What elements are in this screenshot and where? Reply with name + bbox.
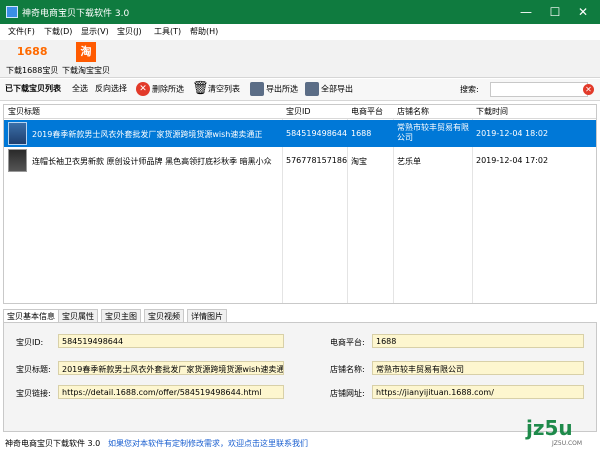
close-button[interactable]: ✕ — [568, 0, 598, 24]
item-table: 宝贝标题 宝贝ID 电商平台 店铺名称 下载时间 2019春季新款男士风衣外套批… — [3, 104, 597, 304]
tab-video[interactable]: 宝贝视频 — [144, 309, 184, 323]
header-shop[interactable]: 店铺名称 — [397, 106, 429, 117]
menu-file[interactable]: 文件(F) — [8, 26, 35, 37]
app-icon — [6, 6, 18, 18]
export-selected-label: 导出所选 — [266, 84, 298, 94]
row-title: 2019春季新款男士风衣外套批发厂家货源跨境货源wish速卖通正 — [32, 130, 263, 139]
menu-download[interactable]: 下载(D) — [44, 26, 72, 37]
platform-field[interactable]: 1688 — [372, 334, 584, 348]
menu-item[interactable]: 宝贝(J) — [117, 26, 142, 37]
row-shop: 常熟市较丰贸易有限公司 — [397, 123, 469, 142]
export-all-button[interactable]: 全部导出 — [305, 82, 353, 96]
download-1688-label: 下载1688宝贝 — [6, 66, 59, 75]
watermark-brand: jz5u — [526, 416, 573, 440]
contact-link[interactable]: 如果您对本软件有定制修改需求，欢迎点击这里联系我们 — [108, 438, 308, 449]
status-app-name: 神奇电商宝贝下载软件 3.0 — [5, 439, 101, 448]
watermark-logo: jz5u JZ5U.COM — [512, 412, 598, 450]
menu-bar: 文件(F) 下载(D) 显示(V) 宝贝(J) 工具(T) 帮助(H) — [0, 24, 600, 40]
id-field[interactable]: 584519498644 — [58, 334, 284, 348]
watermark-site: JZ5U.COM — [552, 440, 583, 447]
shop-label: 店铺名称: — [330, 365, 365, 374]
toolbar: 已下载宝贝列表 全选 反向选择 ✕ 删除所选 🗑清空列表 导出所选 全部导出 搜索… — [0, 79, 600, 101]
id-label: 宝贝ID: — [16, 338, 44, 347]
download-taobao-label: 下载淘宝宝贝 — [62, 66, 110, 75]
shop-field[interactable]: 常熟市较丰贸易有限公司 — [372, 361, 584, 375]
link-field[interactable]: https://detail.1688.com/offer/5845194986… — [58, 385, 284, 399]
save-icon — [250, 82, 264, 96]
tab-main-images[interactable]: 宝贝主图 — [101, 309, 141, 323]
menu-view[interactable]: 显示(V) — [81, 26, 109, 37]
delete-selected-button[interactable]: ✕ 删除所选 — [136, 82, 184, 96]
product-thumbnail — [8, 149, 27, 172]
shop-url-field[interactable]: https://jianyijituan.1688.com/ — [372, 385, 584, 399]
window-title: 神奇电商宝贝下载软件 3.0 — [22, 9, 130, 19]
download-taobao-button[interactable]: 淘 下载淘宝宝贝 — [62, 42, 110, 76]
title-label: 宝贝标题: — [16, 365, 51, 374]
search-clear-icon[interactable]: ✕ — [583, 84, 594, 95]
save-all-icon — [305, 82, 319, 96]
logo-1688-icon: 1688 — [16, 45, 48, 58]
clear-list-label: 清空列表 — [208, 84, 240, 94]
header-platform[interactable]: 电商平台 — [351, 106, 383, 117]
delete-selected-label: 删除所选 — [152, 84, 184, 94]
row-shop: 艺乐单 — [397, 157, 421, 166]
row-title: 连帽长袖卫衣男新款 原创设计师品牌 黑色高领打底衫秋季 暗黑小众 — [32, 157, 272, 166]
export-selected-button[interactable]: 导出所选 — [250, 82, 298, 96]
taobao-icon: 淘 — [76, 42, 96, 62]
row-time: 2019-12-04 18:02 — [476, 129, 549, 138]
table-row[interactable]: 连帽长袖卫衣男新款 原创设计师品牌 黑色高领打底衫秋季 暗黑小众 5767781… — [4, 147, 596, 174]
source-bar: 1688 下载1688宝贝 淘 下载淘宝宝贝 — [0, 40, 600, 78]
row-id: 576778157186 — [286, 156, 348, 165]
header-id[interactable]: 宝贝ID — [286, 106, 311, 117]
tab-basic-info[interactable]: 宝贝基本信息 — [3, 309, 59, 323]
delete-icon: ✕ — [136, 82, 150, 96]
menu-tools[interactable]: 工具(T) — [154, 26, 181, 37]
row-platform: 淘宝 — [351, 157, 367, 166]
minimize-button[interactable]: — — [511, 0, 541, 24]
title-field[interactable]: 2019春季新款男士风衣外套批发厂家货源跨境货源wish速卖通正 — [58, 361, 284, 375]
header-title[interactable]: 宝贝标题 — [8, 106, 40, 117]
search-input[interactable] — [490, 82, 588, 97]
menu-help[interactable]: 帮助(H) — [190, 26, 218, 37]
tab-attributes[interactable]: 宝贝属性 — [58, 309, 98, 323]
row-id: 584519498644 — [286, 129, 348, 138]
download-1688-button[interactable]: 1688 下载1688宝贝 — [6, 42, 58, 76]
detail-tabs: 宝贝基本信息 宝贝属性 宝贝主图 宝贝视频 详情图片 — [3, 309, 597, 323]
export-all-label: 全部导出 — [321, 84, 353, 94]
detail-panel: 宝贝ID: 584519498644 宝贝标题: 2019春季新款男士风衣外套批… — [3, 322, 597, 432]
trash-icon: 🗑 — [192, 81, 209, 96]
select-all-button[interactable]: 全选 — [72, 83, 88, 94]
clear-list-button[interactable]: 🗑清空列表 — [192, 82, 240, 96]
title-bar: 神奇电商宝贝下载软件 3.0 — ☐ ✕ — [0, 0, 600, 24]
table-row[interactable]: 2019春季新款男士风衣外套批发厂家货源跨境货源wish速卖通正 5845194… — [4, 120, 596, 147]
search-label: 搜索: — [460, 85, 479, 94]
tab-detail-images[interactable]: 详情图片 — [187, 309, 227, 323]
row-time: 2019-12-04 17:02 — [476, 156, 549, 165]
link-label: 宝贝链接: — [16, 389, 51, 398]
shop-url-label: 店铺网址: — [330, 389, 365, 398]
maximize-button[interactable]: ☐ — [540, 0, 570, 24]
row-platform: 1688 — [351, 129, 372, 138]
header-time[interactable]: 下载时间 — [476, 106, 508, 117]
status-bar: 神奇电商宝贝下载软件 3.0 如果您对本软件有定制修改需求，欢迎点击这里联系我们 — [0, 434, 600, 453]
product-thumbnail — [8, 122, 27, 145]
list-label: 已下载宝贝列表 — [5, 84, 61, 93]
table-header: 宝贝标题 宝贝ID 电商平台 店铺名称 下载时间 — [4, 105, 596, 119]
platform-label: 电商平台: — [330, 338, 365, 347]
invert-selection-button[interactable]: 反向选择 — [95, 83, 127, 94]
